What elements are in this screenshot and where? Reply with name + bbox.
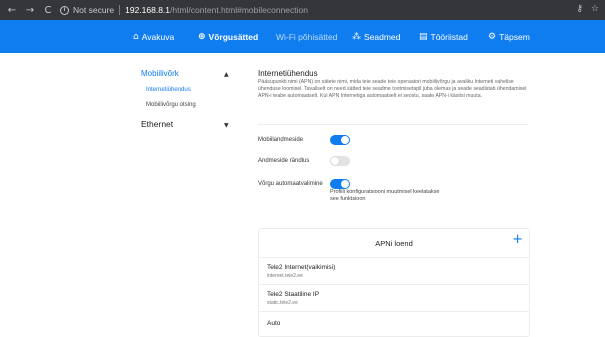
forward-icon[interactable]: → [23, 5, 37, 16]
reload-icon[interactable]: C [41, 5, 55, 16]
nav-item-advanced[interactable]: ⚙ Täpsem [488, 20, 530, 53]
info-icon[interactable]: i [60, 5, 69, 15]
chevron-up-icon[interactable]: ▲ [224, 71, 229, 78]
main-navigation: ⌂ Avakuva ⊕ Võrgusätted Wi-Fi põhisätted… [0, 20, 605, 53]
divider [259, 257, 529, 258]
mobile-data-label: Mobiilandmeside [258, 137, 304, 143]
nav-item-home[interactable]: ⌂ Avakuva [133, 20, 174, 53]
sidebar-item-ethernet[interactable]: Ethernet [141, 119, 173, 129]
nav-item-label: Täpsem [499, 31, 530, 42]
url-path: /html/content.html#mobileconnection [170, 5, 308, 15]
toggle-knob [341, 136, 349, 144]
nav-item-label: Wi-Fi põhisätted [276, 31, 338, 42]
sidebar-item-internet-connection[interactable]: Internetiühendus [146, 87, 191, 93]
roaming-toggle[interactable] [330, 156, 350, 166]
tools-icon: ▤ [419, 31, 428, 42]
nav-item-devices[interactable]: ⁂ Seadmed [352, 20, 400, 53]
home-icon: ⌂ [133, 31, 139, 42]
page-title: Internetiühendus [258, 69, 318, 78]
star-icon[interactable]: ☆ [591, 4, 599, 14]
toggle-knob [331, 157, 339, 165]
roaming-label: Andmeside rändlus [258, 158, 310, 164]
browser-toolbar: ← → C i Not secure 192.168.8.1 /html/con… [0, 0, 605, 20]
globe-icon: ⊕ [198, 31, 206, 42]
nav-item-label: Võrgusätted [208, 31, 259, 42]
nav-item-tools[interactable]: ▤ Tööriistad [419, 20, 468, 53]
back-icon[interactable]: ← [5, 5, 19, 16]
apn-list-title: APNi loend [375, 239, 413, 248]
gear-icon: ⚙ [488, 31, 497, 42]
apn-item-name[interactable]: Tele2 Internet(vaikimisi) [267, 264, 335, 271]
nav-item-wifi-basic[interactable]: Wi-Fi põhisätted [276, 20, 337, 53]
address-bar[interactable]: i Not secure 192.168.8.1 /html/content.h… [60, 2, 560, 18]
apn-item-name[interactable]: Auto [267, 320, 280, 327]
apn-list-card: APNi loend + Tele2 Internet(vaikimisi) i… [258, 228, 530, 337]
add-icon[interactable]: + [512, 233, 523, 247]
devices-icon: ⁂ [352, 31, 361, 42]
auto-select-label: Võrgu automaatvalimine [258, 181, 323, 187]
nav-item-network-settings[interactable]: ⊕ Võrgusätted [198, 20, 258, 53]
nav-item-label: Seadmed [364, 31, 401, 42]
page-description: Pääsupunkti nimi (APN) on sätete nimi, m… [258, 79, 527, 99]
apn-item-name[interactable]: Tele2 Staatiline IP [267, 291, 319, 298]
toggle-knob [341, 180, 349, 188]
apn-item-address: internet.tele2.ee [267, 273, 303, 279]
key-icon[interactable]: ⚷ [576, 4, 583, 14]
divider [258, 124, 528, 125]
divider [259, 284, 529, 285]
auto-select-toggle[interactable] [330, 179, 350, 189]
mobile-data-toggle[interactable] [330, 135, 350, 145]
auto-select-note: Profiili konfiguratsiooni muutmisel keel… [330, 189, 440, 202]
divider [259, 311, 529, 312]
sidebar-item-network-search[interactable]: Mobiilivõrgu otsing [146, 102, 196, 108]
url-host: 192.168.8.1 [125, 5, 171, 15]
nav-item-label: Avakuva [141, 31, 175, 42]
separator [119, 5, 121, 15]
nav-item-label: Tööriistad [430, 31, 468, 42]
chevron-down-icon[interactable]: ▼ [224, 122, 229, 129]
security-label: Not secure [73, 5, 115, 15]
apn-item-address: static.tele2.ee [267, 300, 298, 306]
sidebar-item-mobile-network[interactable]: Mobiilivõrk [141, 69, 179, 78]
